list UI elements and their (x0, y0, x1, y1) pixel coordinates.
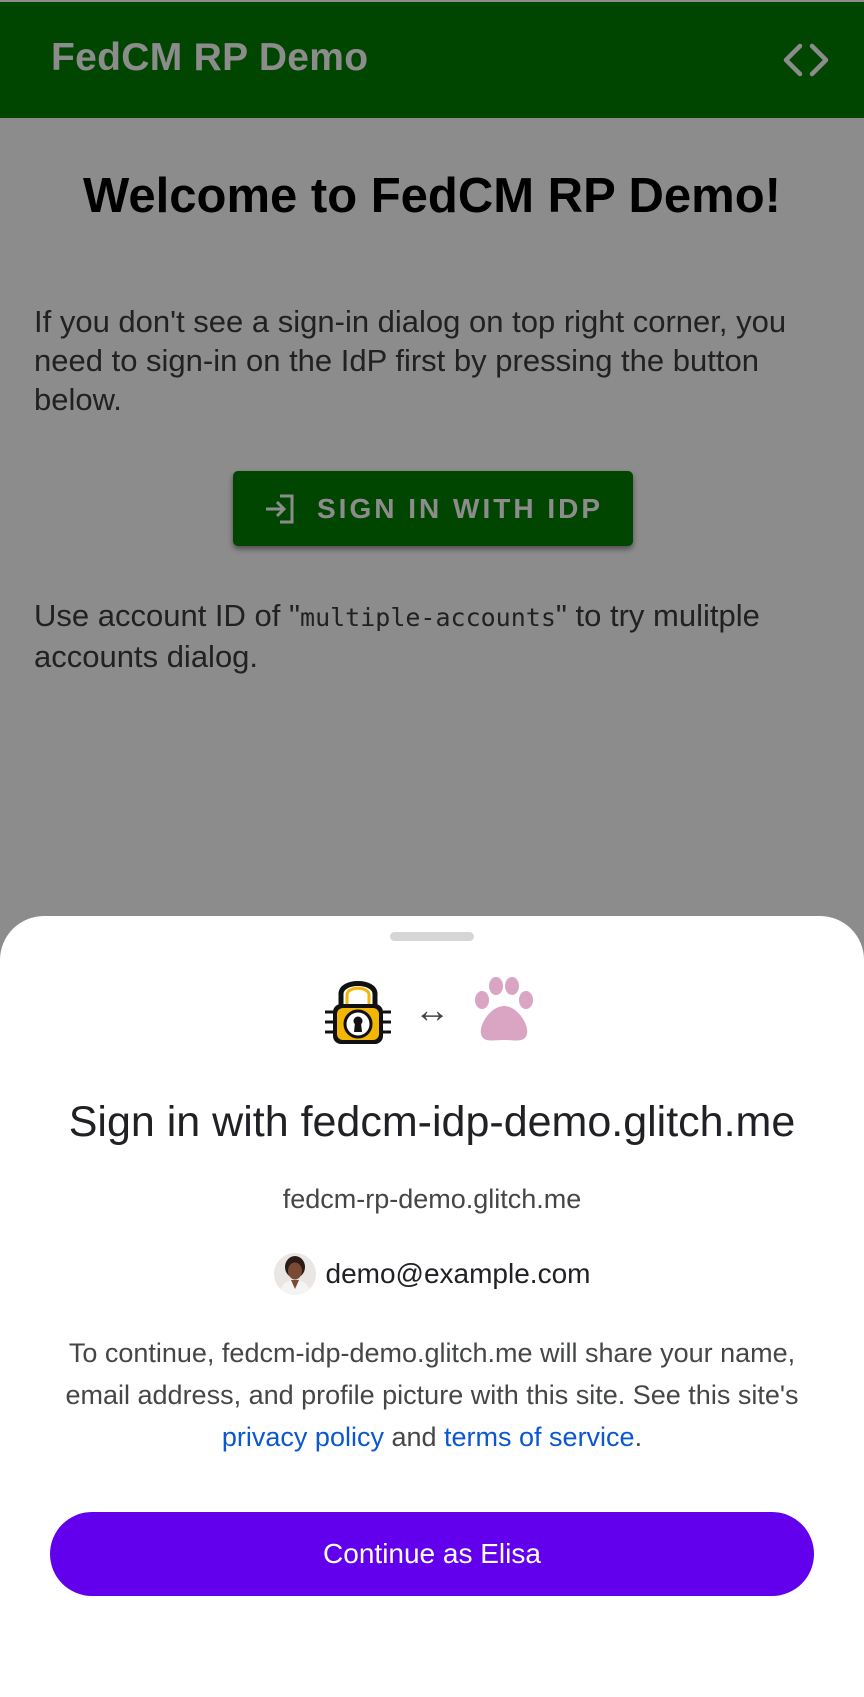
sheet-title: Sign in with fedcm-idp-demo.glitch.me (68, 1098, 796, 1146)
continue-as-button[interactable]: Continue as Elisa (50, 1512, 814, 1596)
account-row: demo@example.com (0, 1252, 864, 1296)
disclosure-prefix: To continue, fedcm-idp-demo.glitch.me wi… (65, 1338, 799, 1410)
disclosure-text: To continue, fedcm-idp-demo.glitch.me wi… (40, 1332, 824, 1458)
disclosure-end: . (634, 1422, 643, 1452)
rp-domain: fedcm-rp-demo.glitch.me (282, 1184, 582, 1214)
drag-handle[interactable] (390, 932, 474, 941)
profile-avatar (273, 1253, 316, 1295)
link-arrow-icon: ↔ (414, 989, 450, 1030)
logo-row: ↔ (0, 972, 864, 1052)
continue-button-label: Continue as Elisa (323, 1538, 541, 1569)
account-email: demo@example.com (325, 1258, 591, 1289)
padlock-logo-icon (325, 981, 391, 1044)
terms-of-service-link[interactable]: terms of service (444, 1422, 635, 1452)
fedcm-bottom-sheet: ↔ Sign in with fedcm-idp-demo.glitch.me … (0, 916, 864, 1697)
paw-logo-icon (475, 977, 533, 1041)
privacy-policy-link[interactable]: privacy policy (222, 1422, 384, 1452)
disclosure-and: and (383, 1422, 445, 1452)
